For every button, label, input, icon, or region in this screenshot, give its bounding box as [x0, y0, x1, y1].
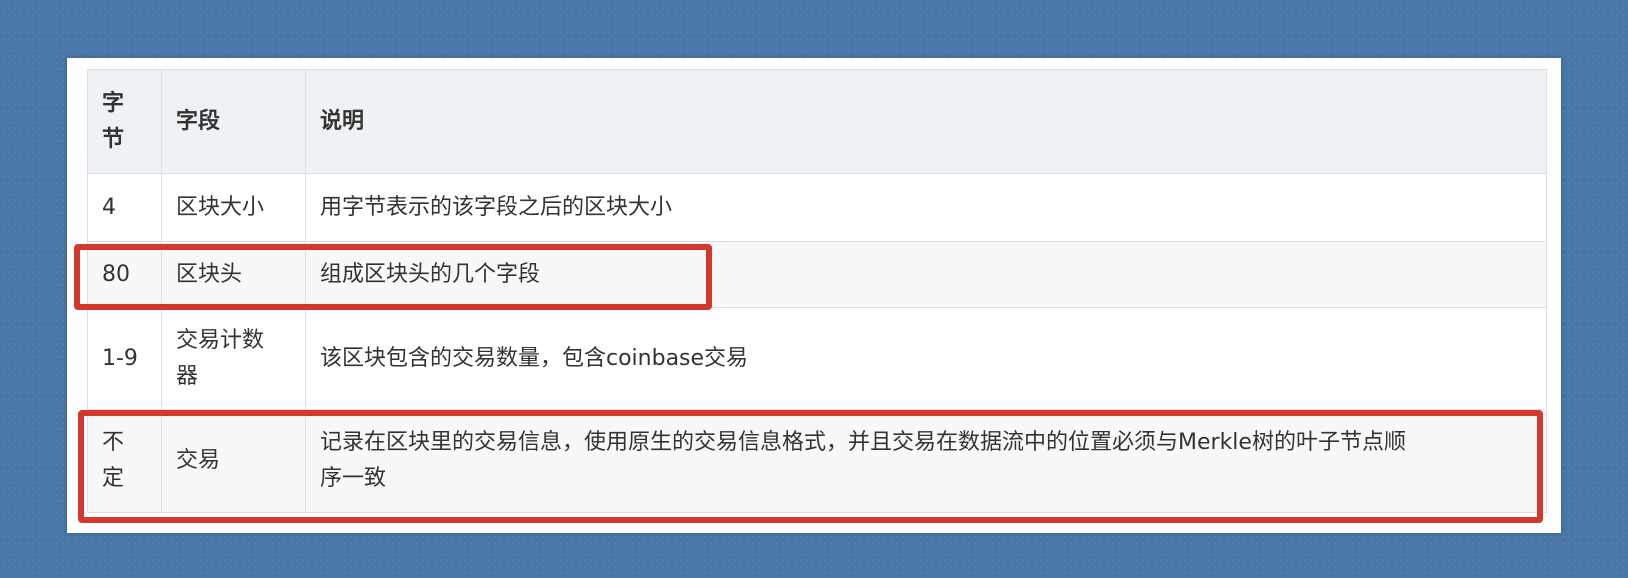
cell-field: 交易计数器	[161, 307, 306, 410]
table-card: 字节 字段 说明 4 区块大小 用字节表示的该字段之后的区块大小 80 区块头 …	[67, 58, 1561, 533]
cell-bytes: 4	[87, 173, 162, 242]
table-header-row: 字节 字段 说明	[87, 69, 1547, 174]
cell-description: 该区块包含的交易数量，包含coinbase交易	[305, 307, 1547, 410]
cell-field: 区块头	[161, 241, 306, 308]
cell-bytes: 不定	[87, 409, 162, 513]
table-row: 80 区块头 组成区块头的几个字段	[87, 241, 1547, 308]
cell-description: 记录在区块里的交易信息，使用原生的交易信息格式，并且交易在数据流中的位置必须与M…	[305, 409, 1547, 513]
table-row: 1-9 交易计数器 该区块包含的交易数量，包含coinbase交易	[87, 307, 1547, 410]
cell-field: 区块大小	[161, 173, 306, 242]
cell-description: 组成区块头的几个字段	[305, 241, 1547, 308]
table-row: 4 区块大小 用字节表示的该字段之后的区块大小	[87, 173, 1547, 242]
cell-bytes: 1-9	[87, 307, 162, 410]
cell-field: 交易	[161, 409, 306, 513]
block-structure-table: 字节 字段 说明 4 区块大小 用字节表示的该字段之后的区块大小 80 区块头 …	[87, 69, 1547, 513]
table-row: 不定 交易 记录在区块里的交易信息，使用原生的交易信息格式，并且交易在数据流中的…	[87, 409, 1547, 513]
header-description: 说明	[305, 69, 1547, 174]
header-bytes: 字节	[87, 69, 162, 174]
cell-description: 用字节表示的该字段之后的区块大小	[305, 173, 1547, 242]
cell-bytes: 80	[87, 241, 162, 308]
header-field: 字段	[161, 69, 306, 174]
